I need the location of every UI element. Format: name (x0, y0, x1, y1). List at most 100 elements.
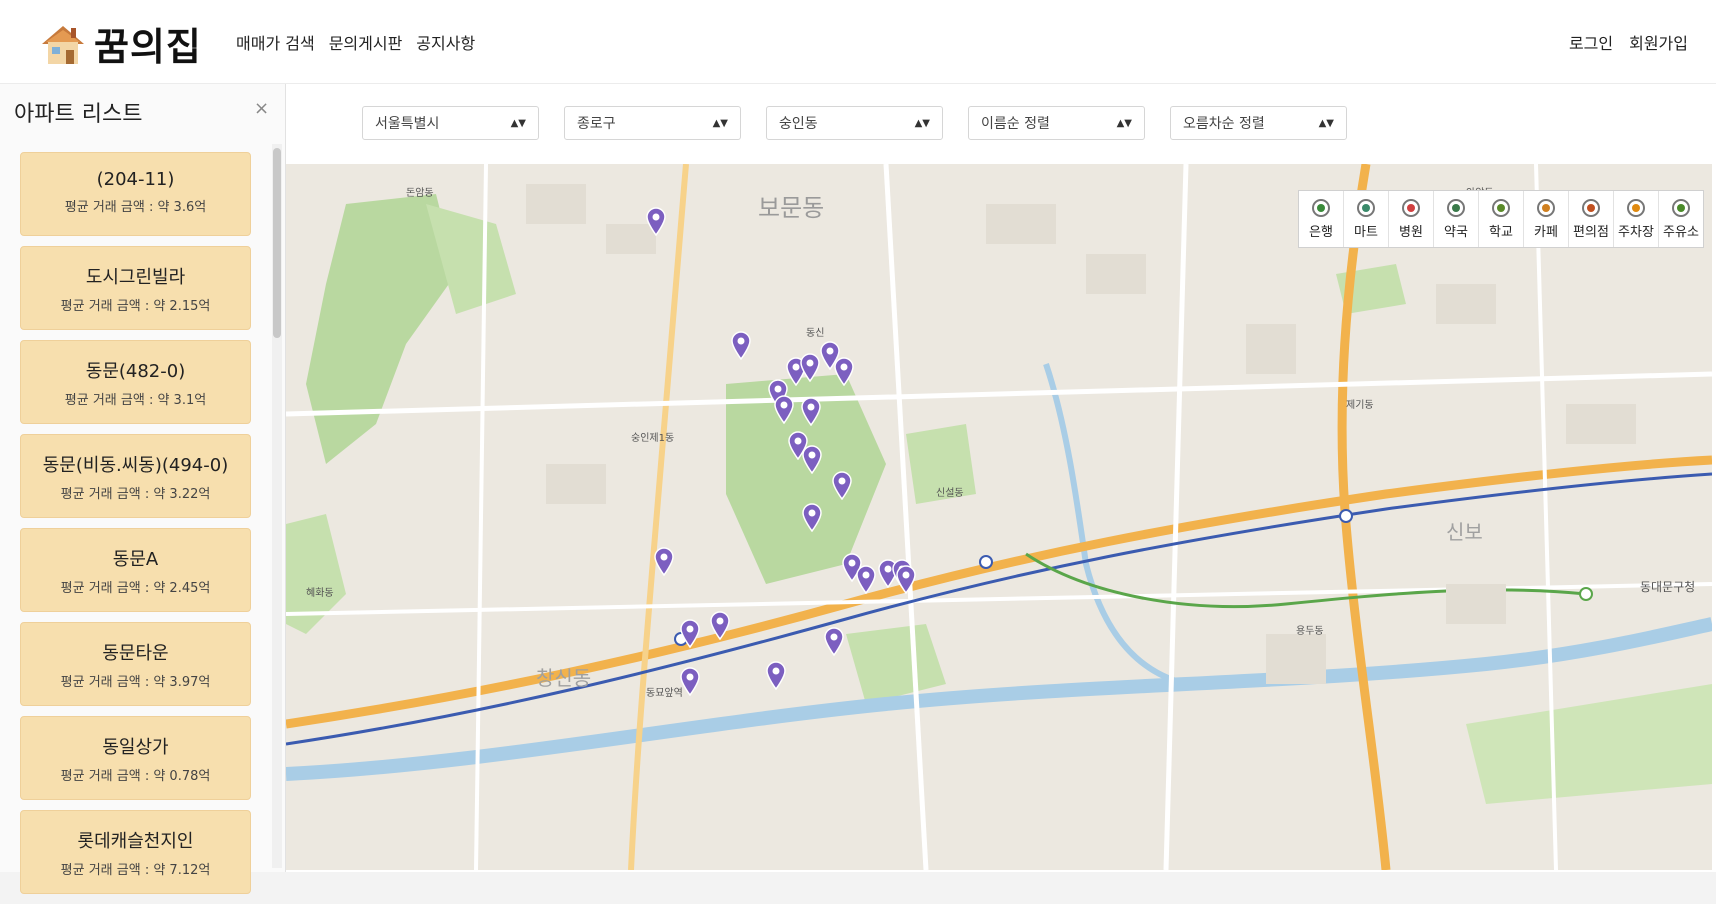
apartment-name: 동문(482-0) (85, 361, 186, 382)
district-select[interactable]: 종로구 ▲▼ (564, 106, 741, 140)
map-label-dongmyo: 동묘앞역 (646, 688, 683, 699)
subway-station-marker (1339, 509, 1353, 523)
apartment-card[interactable]: 동문타운 평균 거래 금액 : 약 3.97억 (20, 622, 251, 706)
district-select-value: 종로구 (577, 116, 616, 132)
category-label: 약국 (1444, 224, 1468, 240)
category-label: 주유소 (1663, 224, 1699, 240)
apartment-marker-icon[interactable] (679, 666, 701, 696)
category-label: 마트 (1354, 224, 1378, 240)
map-label-dongdaemun-gu: 동대문구청 (1640, 580, 1696, 594)
subway-station-marker (979, 555, 993, 569)
category-cafe[interactable]: 카페 (1524, 191, 1569, 247)
apartment-marker-icon[interactable] (831, 470, 853, 500)
apartment-marker-icon[interactable] (855, 564, 877, 594)
school-icon (1492, 198, 1510, 217)
dong-select[interactable]: 숭인동 ▲▼ (766, 106, 943, 140)
apartment-name: 동일상가 (102, 737, 169, 758)
sort-key-select[interactable]: 이름순 정렬 ▲▼ (968, 106, 1145, 140)
hospital-icon-dot (1407, 203, 1415, 212)
sidebar-scrollbar-thumb[interactable] (273, 148, 281, 338)
category-label: 병원 (1399, 224, 1423, 240)
parking-icon (1627, 198, 1645, 217)
apartment-price: 평균 거래 금액 : 약 2.15억 (60, 299, 211, 314)
map-label-changsin: 창신동 (536, 666, 592, 690)
category-label: 편의점 (1573, 224, 1609, 240)
category-gas-station[interactable]: 주유소 (1659, 191, 1703, 247)
map-road-minor (286, 371, 1712, 417)
apartment-card[interactable]: 동문A 평균 거래 금액 : 약 2.45억 (20, 528, 251, 612)
apartment-marker-icon[interactable] (645, 206, 667, 236)
nav-inquiry-board[interactable]: 문의게시판 (329, 30, 403, 54)
apartment-card[interactable]: 롯데캐슬천지인 평균 거래 금액 : 약 7.12억 (20, 810, 251, 894)
map-label-donam: 돈암동 (406, 188, 434, 199)
sort-order-select-value: 오름차순 정렬 (1183, 116, 1265, 132)
map-canvas (286, 164, 1712, 870)
apartment-marker-icon[interactable] (730, 330, 752, 360)
category-parking[interactable]: 주차장 (1614, 191, 1659, 247)
nav-price-search[interactable]: 매매가 검색 (236, 30, 315, 54)
apartment-price: 평균 거래 금액 : 약 3.1억 (64, 393, 207, 408)
apartment-card[interactable]: (204-11) 평균 거래 금액 : 약 3.6억 (20, 152, 251, 236)
category-mart[interactable]: 마트 (1344, 191, 1389, 247)
category-school[interactable]: 학교 (1479, 191, 1524, 247)
select-arrow-icon: ▲▼ (914, 117, 930, 129)
logo[interactable]: 꿈의집 (38, 16, 202, 71)
apartment-marker-icon[interactable] (709, 610, 731, 640)
map-park (286, 514, 346, 634)
map-stream (1043, 363, 1187, 687)
apartment-name: 도시그린빌라 (85, 267, 186, 288)
apartment-marker-icon[interactable] (833, 356, 855, 386)
map-label-bomun: 보문동 (758, 194, 825, 222)
apartment-price: 평균 거래 금액 : 약 3.22억 (60, 487, 211, 502)
apartment-price: 평균 거래 금액 : 약 3.97억 (60, 675, 211, 690)
pharmacy-icon-dot (1452, 203, 1460, 212)
apartment-card[interactable]: 동문(비동.씨동)(494-0) 평균 거래 금액 : 약 3.22억 (20, 434, 251, 518)
category-hospital[interactable]: 병원 (1389, 191, 1434, 247)
apartment-marker-icon[interactable] (800, 396, 822, 426)
map-label-sinbo: 신보 (1446, 520, 1483, 544)
apartment-card[interactable]: 도시그린빌라 평균 거래 금액 : 약 2.15억 (20, 246, 251, 330)
apartment-card[interactable]: 동문(482-0) 평균 거래 금액 : 약 3.1억 (20, 340, 251, 424)
close-icon[interactable]: × (254, 98, 269, 119)
apartment-marker-icon[interactable] (801, 444, 823, 474)
apartment-marker-icon[interactable] (799, 352, 821, 382)
category-convenience[interactable]: 편의점 (1569, 191, 1614, 247)
apartment-card[interactable]: 동일상가 평균 거래 금액 : 약 0.78억 (20, 716, 251, 800)
map-view[interactable]: 보문동 창신동 신보 신설동 숭인제1동 동묘앞역 동대문구청 용두동 제기동 … (286, 164, 1712, 870)
category-label: 카페 (1534, 224, 1558, 240)
nav-notice[interactable]: 공지사항 (416, 30, 475, 54)
auth-links: 로그인 회원가입 (1569, 30, 1688, 54)
city-select[interactable]: 서울특별시 ▲▼ (362, 106, 539, 140)
apartment-marker-icon[interactable] (823, 626, 845, 656)
house-icon (42, 25, 84, 64)
map-label-jegi: 제기동 (1346, 400, 1374, 411)
apartment-name: 동문(비동.씨동)(494-0) (42, 455, 229, 476)
city-select-value: 서울특별시 (375, 116, 440, 132)
mart-icon-dot (1362, 203, 1370, 212)
select-arrow-icon: ▲▼ (712, 117, 728, 129)
apartment-marker-icon[interactable] (765, 660, 787, 690)
category-bank[interactable]: 은행 (1299, 191, 1344, 247)
apartment-marker-icon[interactable] (653, 546, 675, 576)
login-link[interactable]: 로그인 (1569, 30, 1613, 54)
category-pharmacy[interactable]: 약국 (1434, 191, 1479, 247)
map-park (306, 194, 456, 464)
mart-icon (1357, 198, 1375, 217)
map-park (846, 624, 946, 704)
map-label-sinseol: 신설동 (936, 488, 964, 499)
bank-icon-dot (1317, 203, 1325, 212)
map-road-minor (1163, 164, 1189, 870)
apartment-marker-icon[interactable] (801, 502, 823, 532)
apartment-marker-icon[interactable] (895, 564, 917, 594)
apartment-price: 평균 거래 금액 : 약 2.45억 (60, 581, 211, 596)
map-park (1466, 684, 1712, 804)
apartment-name: (204-11) (96, 169, 175, 190)
school-icon-dot (1497, 203, 1505, 212)
gas-station-icon (1672, 198, 1690, 217)
cafe-icon (1537, 198, 1555, 217)
signup-link[interactable]: 회원가입 (1629, 30, 1688, 54)
apartment-marker-icon[interactable] (679, 618, 701, 648)
top-header: 꿈의집 매매가 검색 문의게시판 공지사항 로그인 회원가입 (0, 0, 1716, 84)
apartment-marker-icon[interactable] (773, 394, 795, 424)
sort-order-select[interactable]: 오름차순 정렬 ▲▼ (1170, 106, 1347, 140)
